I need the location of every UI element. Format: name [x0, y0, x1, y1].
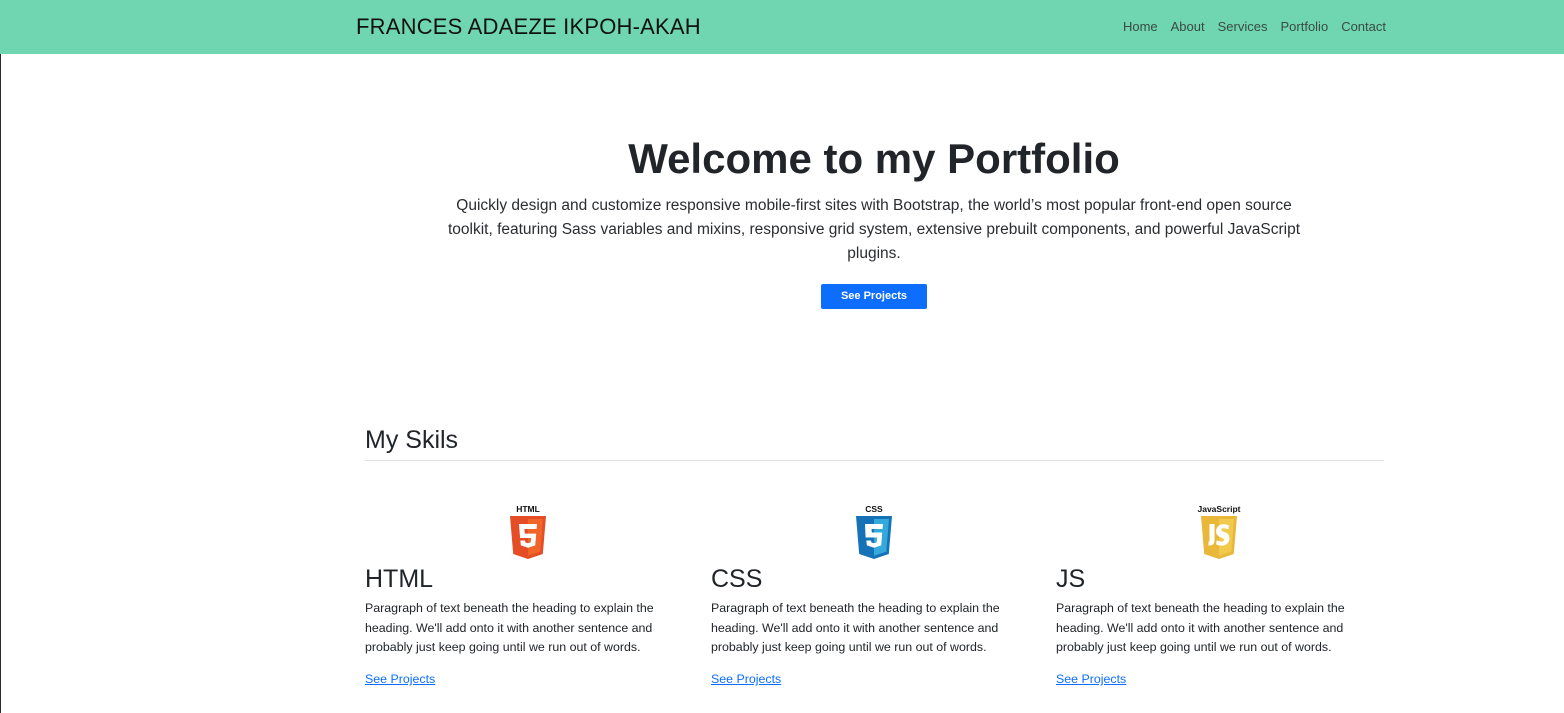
- nav-links: Home About Services Portfolio Contact: [1123, 18, 1386, 35]
- nav-link-portfolio[interactable]: Portfolio: [1280, 18, 1328, 35]
- skill-text-html: Paragraph of text beneath the heading to…: [365, 601, 654, 654]
- hero-description: Quickly design and customize responsive …: [447, 197, 1301, 262]
- skill-text-css: Paragraph of text beneath the heading to…: [711, 601, 1000, 654]
- see-projects-button[interactable]: See Projects: [821, 284, 927, 309]
- javascript-logo-label: JavaScript: [1198, 504, 1241, 514]
- hero-section: Welcome to my Portfolio Quickly design a…: [440, 130, 1308, 309]
- skill-link-html[interactable]: See Projects: [365, 671, 435, 687]
- nav-link-home[interactable]: Home: [1123, 18, 1158, 35]
- javascript-logo-icon: JavaScript: [1198, 504, 1241, 559]
- skill-heading-js: JS: [1056, 565, 1086, 593]
- nav-link-services[interactable]: Services: [1218, 18, 1268, 35]
- skills-section: My Skils HTML HTML Paragraph of text ben…: [365, 424, 1384, 686]
- skill-link-js[interactable]: See Projects: [1056, 671, 1126, 687]
- nav-link-contact[interactable]: Contact: [1341, 18, 1386, 35]
- skill-text-js: Paragraph of text beneath the heading to…: [1056, 601, 1345, 654]
- skill-heading-html: HTML: [365, 565, 434, 593]
- window-edge: [0, 0, 1, 713]
- css3-logo-label: CSS: [865, 504, 883, 514]
- html5-logo-icon: HTML: [510, 504, 546, 559]
- skills-divider: [365, 460, 1384, 461]
- site-brand[interactable]: FRANCES ADAEZE IKPOH-AKAH: [356, 14, 701, 40]
- css3-logo-icon: CSS: [856, 504, 892, 559]
- skill-link-css[interactable]: See Projects: [711, 671, 781, 687]
- skills-title: My Skils: [365, 426, 459, 454]
- hero-title: Welcome to my Portfolio: [628, 135, 1120, 182]
- html5-logo-label: HTML: [516, 504, 540, 514]
- nav-link-about[interactable]: About: [1171, 18, 1205, 35]
- top-navbar: FRANCES ADAEZE IKPOH-AKAH Home About Ser…: [0, 0, 1564, 54]
- skill-heading-css: CSS: [711, 565, 763, 593]
